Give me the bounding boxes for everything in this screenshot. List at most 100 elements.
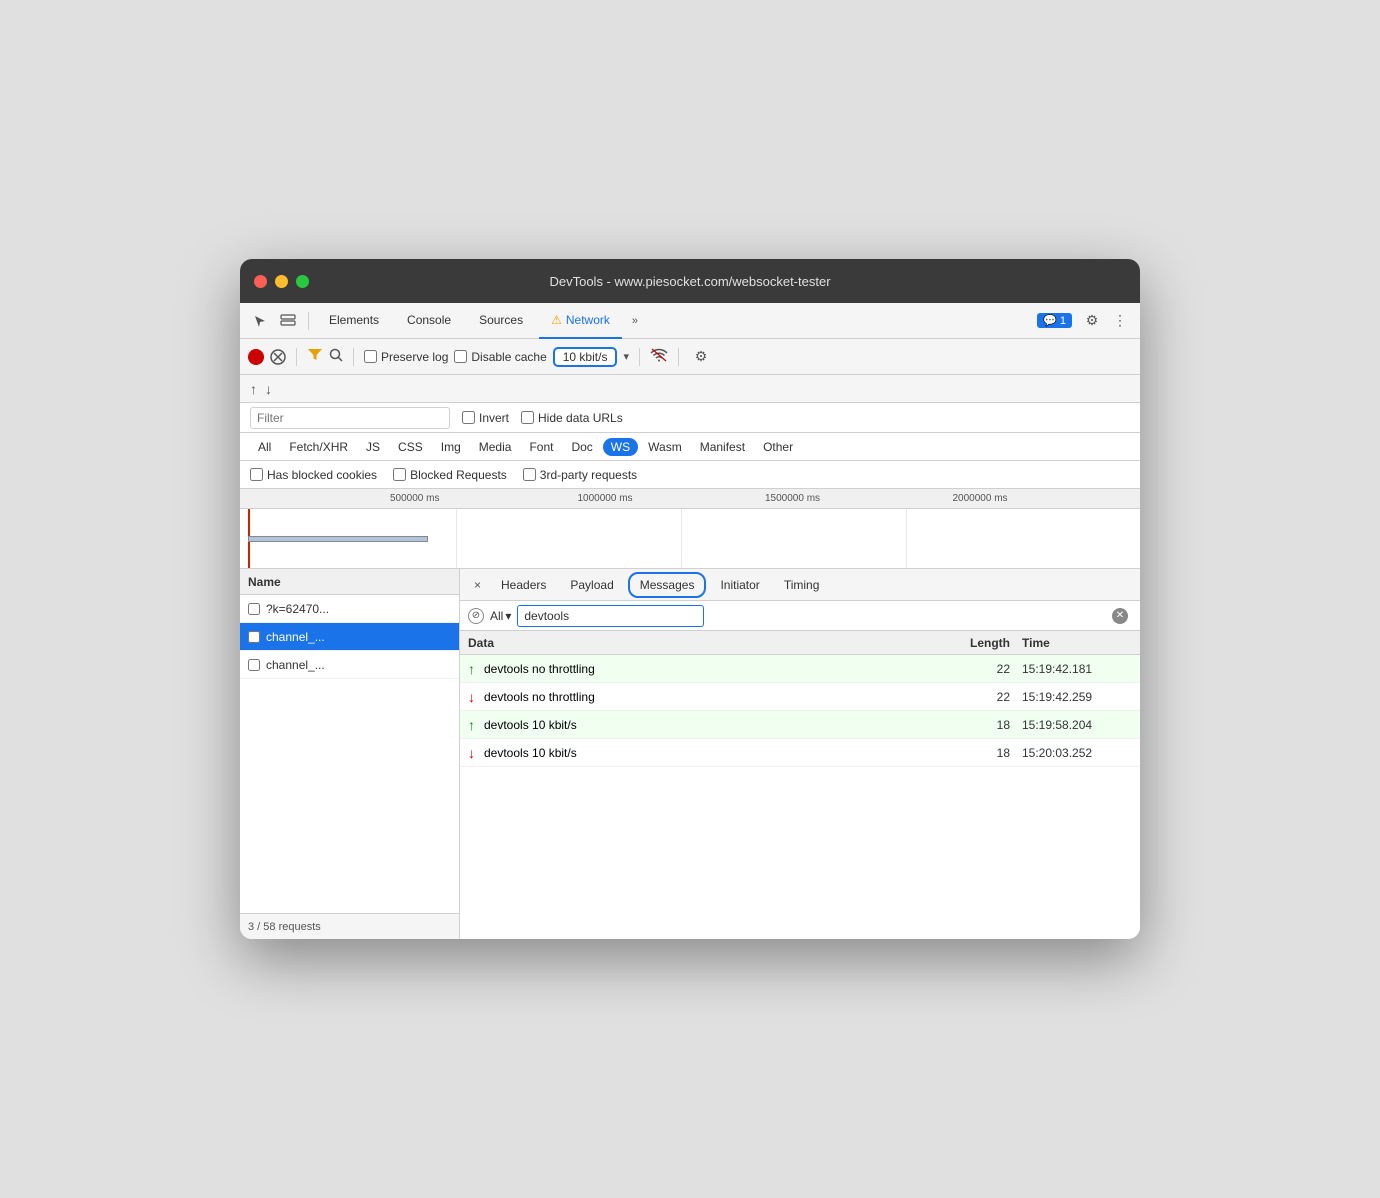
devtools-window: DevTools - www.piesocket.com/websocket-t…	[240, 259, 1140, 939]
close-button[interactable]	[254, 275, 267, 288]
message-filter-dropdown-arrow: ▾	[505, 609, 511, 623]
third-party-requests-checkbox[interactable]	[523, 468, 536, 481]
tab-messages[interactable]: Messages	[628, 572, 707, 598]
filter-css[interactable]: CSS	[390, 438, 431, 456]
request-name-2: channel_...	[266, 630, 325, 644]
filter-img[interactable]: Img	[433, 438, 469, 456]
main-content: Name ?k=62470... channel_... channel_...	[240, 569, 1140, 939]
tab-console[interactable]: Console	[395, 303, 463, 339]
message-time-1: 15:19:42.181	[1022, 662, 1132, 676]
tab-initiator[interactable]: Initiator	[710, 574, 769, 596]
requests-panel: Name ?k=62470... channel_... channel_...	[240, 569, 460, 939]
tab-timing[interactable]: Timing	[774, 574, 830, 596]
message-search-input[interactable]	[517, 605, 704, 627]
requests-list: ?k=62470... channel_... channel_...	[240, 595, 459, 913]
invert-checkbox[interactable]	[462, 411, 475, 424]
tab-sources[interactable]: Sources	[467, 303, 535, 339]
request-row-1[interactable]: ?k=62470...	[240, 595, 459, 623]
filter-manifest[interactable]: Manifest	[692, 438, 753, 456]
layers-icon[interactable]	[276, 309, 300, 333]
checkbox-filter-bar: Has blocked cookies Blocked Requests 3rd…	[240, 461, 1140, 489]
close-details-button[interactable]: ×	[468, 578, 487, 592]
window-title: DevTools - www.piesocket.com/websocket-t…	[549, 274, 830, 289]
third-party-requests-label[interactable]: 3rd-party requests	[523, 468, 637, 482]
minimize-button[interactable]	[275, 275, 288, 288]
hide-data-urls-label[interactable]: Hide data URLs	[521, 411, 623, 425]
request-checkbox-2[interactable]	[248, 631, 260, 643]
request-name-3: channel_...	[266, 658, 325, 672]
messages-table-header: Data Length Time	[460, 631, 1140, 655]
message-length-2: 22	[952, 690, 1022, 704]
settings-icon[interactable]: ⚙	[1080, 309, 1104, 333]
maximize-button[interactable]	[296, 275, 309, 288]
message-filter-cancel[interactable]: ⊘	[468, 608, 484, 624]
record-button[interactable]	[248, 349, 264, 365]
disable-cache-checkbox[interactable]	[454, 350, 467, 363]
more-options-icon[interactable]: ⋮	[1108, 309, 1132, 333]
filter-js[interactable]: JS	[358, 438, 388, 456]
request-row-3[interactable]: channel_...	[240, 651, 459, 679]
disable-cache-label[interactable]: Disable cache	[454, 350, 546, 364]
more-tabs-button[interactable]: »	[626, 315, 644, 327]
preserve-log-label[interactable]: Preserve log	[364, 350, 448, 364]
tab-headers[interactable]: Headers	[491, 574, 556, 596]
filter-font[interactable]: Font	[521, 438, 561, 456]
throttle-button[interactable]: 10 kbit/s	[553, 347, 618, 367]
has-blocked-cookies-label[interactable]: Has blocked cookies	[250, 468, 377, 482]
upload-icon[interactable]: ↑	[250, 381, 257, 397]
filter-fetch-xhr[interactable]: Fetch/XHR	[281, 438, 356, 456]
tab-elements[interactable]: Elements	[317, 303, 391, 339]
filter-ws[interactable]: WS	[603, 438, 638, 456]
blocked-requests-label[interactable]: Blocked Requests	[393, 468, 507, 482]
timeline-label-1500k: 1500000 ms	[765, 493, 953, 504]
message-row-4[interactable]: ↓ devtools 10 kbit/s 18 15:20:03.252	[460, 739, 1140, 767]
messages-filter-bar: ⊘ All ▾ ✕	[460, 601, 1140, 631]
filter-all[interactable]: All	[250, 438, 279, 456]
message-data-1: devtools no throttling	[484, 662, 952, 676]
filter-input[interactable]	[250, 407, 450, 429]
message-row-2[interactable]: ↓ devtools no throttling 22 15:19:42.259	[460, 683, 1140, 711]
message-time-3: 15:19:58.204	[1022, 718, 1132, 732]
message-time-2: 15:19:42.259	[1022, 690, 1132, 704]
request-checkbox-1[interactable]	[248, 603, 260, 615]
toolbar-top: Elements Console Sources ⚠ Network » 💬 1…	[240, 303, 1140, 339]
toolbar-divider-2	[296, 348, 297, 366]
invert-label[interactable]: Invert	[462, 411, 509, 425]
timeline-label-1000k: 1000000 ms	[578, 493, 766, 504]
filter-doc[interactable]: Doc	[563, 438, 600, 456]
grid-line-3	[906, 509, 907, 568]
filter-media[interactable]: Media	[471, 438, 520, 456]
message-data-2: devtools no throttling	[484, 690, 952, 704]
tab-payload[interactable]: Payload	[560, 574, 623, 596]
blocked-requests-checkbox[interactable]	[393, 468, 406, 481]
filter-bar: Invert Hide data URLs	[240, 403, 1140, 433]
filter-icon[interactable]	[307, 348, 323, 365]
message-search-clear[interactable]: ✕	[1112, 608, 1128, 624]
request-checkbox-3[interactable]	[248, 659, 260, 671]
has-blocked-cookies-checkbox[interactable]	[250, 468, 263, 481]
request-name-1: ?k=62470...	[266, 602, 329, 616]
toolbar-divider	[308, 312, 309, 330]
clear-button[interactable]	[270, 349, 286, 365]
timeline-progress-bar	[248, 536, 428, 542]
timeline-label-2000k: 2000000 ms	[953, 493, 1141, 504]
tab-network[interactable]: ⚠ Network	[539, 303, 622, 339]
message-filter-select[interactable]: All ▾	[490, 609, 511, 623]
message-row-1[interactable]: ↑ devtools no throttling 22 15:19:42.181	[460, 655, 1140, 683]
filter-other[interactable]: Other	[755, 438, 801, 456]
filter-wasm[interactable]: Wasm	[640, 438, 690, 456]
requests-footer: 3 / 58 requests	[240, 913, 459, 939]
request-row-2[interactable]: channel_...	[240, 623, 459, 651]
network-conditions-icon[interactable]	[650, 348, 668, 365]
toolbar-updown: ↑ ↓	[240, 375, 1140, 403]
network-settings-icon[interactable]: ⚙	[689, 345, 713, 369]
download-icon[interactable]: ↓	[265, 381, 272, 397]
cursor-icon[interactable]	[248, 309, 272, 333]
hide-data-urls-checkbox[interactable]	[521, 411, 534, 424]
throttle-dropdown[interactable]: ▾	[623, 350, 629, 363]
timeline-labels: 500000 ms 1000000 ms 1500000 ms 2000000 …	[330, 493, 1140, 504]
search-icon[interactable]	[329, 348, 343, 365]
preserve-log-checkbox[interactable]	[364, 350, 377, 363]
arrow-down-icon-2: ↓	[468, 689, 484, 705]
message-row-3[interactable]: ↑ devtools 10 kbit/s 18 15:19:58.204	[460, 711, 1140, 739]
